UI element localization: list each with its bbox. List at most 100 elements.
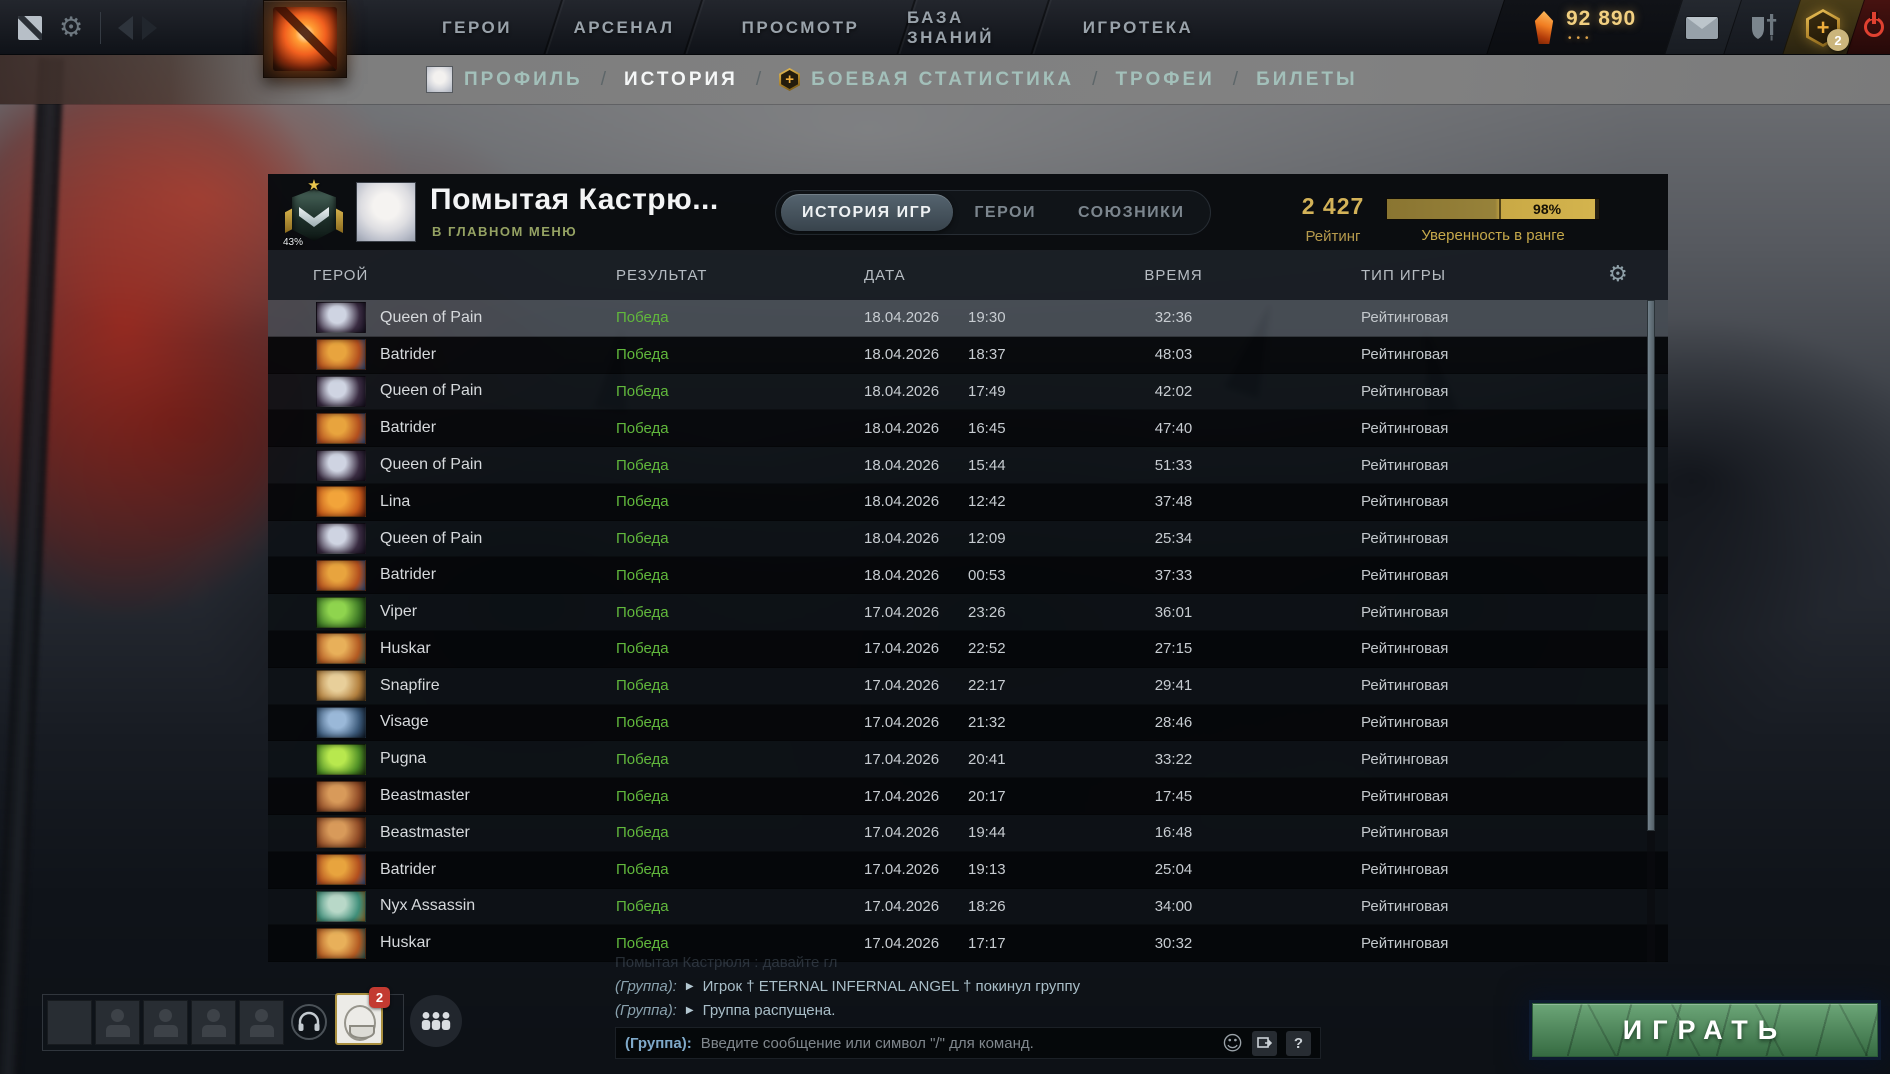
emoticon-icon[interactable]: ☺ — [1222, 1033, 1243, 1053]
party-slot[interactable] — [191, 1000, 236, 1045]
hero-name: Pugna — [380, 750, 427, 768]
party-bar: 2 — [42, 987, 482, 1058]
hero-name: Queen of Pain — [380, 529, 483, 547]
breadcrumb: ПРОФИЛЬ / ИСТОРИЯ / + БОЕВАЯ СТАТИСТИКА … — [426, 55, 1358, 104]
play-button[interactable]: ИГРАТЬ — [1532, 1003, 1878, 1057]
chat-input-bar: (Группа): ☺ ? — [615, 1027, 1321, 1059]
hero-name: Viper — [380, 603, 418, 621]
match-date: 18.04.2026 — [864, 309, 940, 327]
match-date: 18.04.2026 — [864, 566, 940, 584]
armory-shield-sword-icon[interactable] — [1744, 10, 1780, 51]
match-start-time: 20:41 — [968, 750, 1006, 768]
match-row[interactable]: Pugna Победа 17.04.2026 20:41 33:22 Рейт… — [268, 741, 1668, 779]
party-slot[interactable] — [95, 1000, 140, 1045]
main-nav-item[interactable]: ГЕРОИ — [400, 0, 554, 54]
main-nav-item[interactable]: БАЗА ЗНАНИЙ — [907, 0, 1041, 54]
match-start-time: 12:09 — [968, 530, 1006, 548]
match-result: Победа — [616, 713, 669, 731]
party-slot[interactable] — [47, 1000, 92, 1045]
chat-help-button[interactable]: ? — [1286, 1030, 1311, 1056]
match-type: Рейтинговая — [1361, 897, 1449, 915]
match-start-time: 18:26 — [968, 897, 1006, 915]
history-tab[interactable]: ГЕРОИ — [953, 194, 1057, 231]
match-row[interactable]: Batrider Победа 17.04.2026 19:13 25:04 Р… — [268, 851, 1668, 889]
match-row[interactable]: Viper Победа 17.04.2026 23:26 36:01 Рейт… — [268, 594, 1668, 632]
breadcrumb-label: ИСТОРИЯ — [624, 68, 738, 90]
history-tab[interactable]: СОЮЗНИКИ — [1057, 194, 1205, 231]
match-row[interactable]: Batrider Победа 18.04.2026 16:45 47:40 Р… — [268, 410, 1668, 448]
table-scrollbar-thumb[interactable] — [1647, 300, 1655, 831]
breadcrumb-label: ПРОФИЛЬ — [464, 68, 583, 90]
match-date: 18.04.2026 — [864, 346, 940, 364]
match-start-time: 20:17 — [968, 787, 1006, 805]
breadcrumb-item[interactable]: ИСТОРИЯ — [624, 69, 738, 91]
chat-channel-prefix: (Группа): — [615, 977, 677, 995]
match-row[interactable]: Queen of Pain Победа 18.04.2026 12:09 25… — [268, 520, 1668, 558]
hero-name: Snapfire — [380, 676, 440, 694]
match-type: Рейтинговая — [1361, 677, 1449, 695]
main-nav-item[interactable]: ПРОСМОТР — [694, 0, 907, 54]
match-row[interactable]: Queen of Pain Победа 18.04.2026 19:30 32… — [268, 300, 1668, 337]
match-row[interactable]: Nyx Assassin Победа 17.04.2026 18:26 34:… — [268, 888, 1668, 926]
hero-name: Lina — [380, 492, 411, 510]
match-row[interactable]: Snapfire Победа 17.04.2026 22:17 29:41 Р… — [268, 667, 1668, 705]
breadcrumb-label: / — [600, 68, 606, 90]
party-slot[interactable] — [143, 1000, 188, 1045]
medal-percent: 43% — [283, 237, 304, 248]
match-row[interactable]: Beastmaster Победа 17.04.2026 19:44 16:4… — [268, 814, 1668, 852]
breadcrumb-label: / — [1232, 68, 1239, 90]
battle-pass-hex-icon: + — [779, 68, 801, 91]
hero-name: Batrider — [380, 566, 437, 584]
home-logo-tile[interactable] — [263, 0, 347, 78]
chat-message-text: Группа распущена. — [702, 1001, 836, 1019]
match-date: 18.04.2026 — [864, 530, 940, 548]
voice-headphones-button[interactable] — [291, 1004, 327, 1040]
table-settings-gear-icon[interactable]: ⚙ — [1608, 262, 1628, 287]
match-row[interactable]: Lina Победа 18.04.2026 12:42 37:48 Рейти… — [268, 483, 1668, 521]
match-row[interactable]: Visage Победа 17.04.2026 21:32 28:46 Рей… — [268, 704, 1668, 742]
match-row[interactable]: Queen of Pain Победа 18.04.2026 15:44 51… — [268, 447, 1668, 484]
breadcrumb-label: БОЕВАЯ СТАТИСТИКА — [811, 68, 1075, 90]
match-row[interactable]: Queen of Pain Победа 18.04.2026 17:49 42… — [268, 373, 1668, 411]
main-nav-item[interactable]: ИГРОТЕКА — [1041, 0, 1235, 54]
power-icon[interactable] — [1864, 12, 1884, 37]
breadcrumb-item[interactable]: ПРОФИЛЬ — [426, 66, 583, 93]
chat-faded-message: Помытая Кастрюля : давайте гл — [615, 954, 838, 971]
match-start-time: 16:45 — [968, 419, 1006, 437]
match-start-time: 15:44 — [968, 456, 1006, 474]
match-row[interactable]: Batrider Победа 18.04.2026 18:37 48:03 Р… — [268, 336, 1668, 374]
match-row[interactable]: Huskar Победа 17.04.2026 22:52 27:15 Рей… — [268, 631, 1668, 668]
hero-portrait — [316, 559, 366, 591]
back-arrow-icon[interactable] — [118, 15, 134, 40]
match-row[interactable]: Beastmaster Победа 17.04.2026 20:17 17:4… — [268, 778, 1668, 815]
match-row[interactable]: Batrider Победа 18.04.2026 00:53 37:33 Р… — [268, 557, 1668, 595]
forward-arrow-icon[interactable] — [142, 15, 158, 40]
friend-notification-badge: 2 — [369, 987, 390, 1008]
breadcrumb-item[interactable]: ТРОФЕИ — [1115, 69, 1214, 91]
hero-name: Batrider — [380, 419, 437, 437]
screenshot-share-icon[interactable] — [1252, 1030, 1277, 1056]
party-slot[interactable] — [239, 1000, 284, 1045]
match-start-time: 00:53 — [968, 566, 1006, 584]
currency-amount: 92 890 — [1566, 7, 1637, 30]
rank-medal: ★ 43% — [282, 176, 346, 248]
mail-icon[interactable] — [1686, 17, 1718, 39]
match-type: Рейтинговая — [1361, 824, 1449, 842]
main-nav: ГЕРОИ АРСЕНАЛ ПРОСМОТР БАЗА ЗНАНИЙ ИГРОТЕКА — [400, 0, 1235, 54]
match-start-time: 19:30 — [968, 309, 1006, 327]
breadcrumb-item[interactable]: + БОЕВАЯ СТАТИСТИКА — [779, 68, 1074, 91]
breadcrumb-item[interactable]: БИЛЕТЫ — [1256, 69, 1358, 91]
main-nav-item[interactable]: АРСЕНАЛ — [554, 0, 694, 54]
profile-avatar[interactable] — [356, 182, 416, 242]
dota-logo-icon[interactable] — [18, 15, 42, 40]
settings-gear-icon[interactable]: ⚙ — [59, 14, 83, 41]
match-start-time: 23:26 — [968, 603, 1006, 621]
chat-arrow-icon: ▶ — [685, 980, 694, 992]
hero-portrait — [316, 670, 366, 702]
chat-input[interactable] — [700, 1034, 1214, 1052]
history-tab[interactable]: ИСТОРИЯ ИГР — [781, 194, 954, 231]
hero-portrait — [316, 890, 366, 922]
match-type: Рейтинговая — [1361, 861, 1449, 879]
breadcrumb-item: / — [1092, 69, 1097, 91]
friends-list-button[interactable] — [410, 995, 462, 1047]
